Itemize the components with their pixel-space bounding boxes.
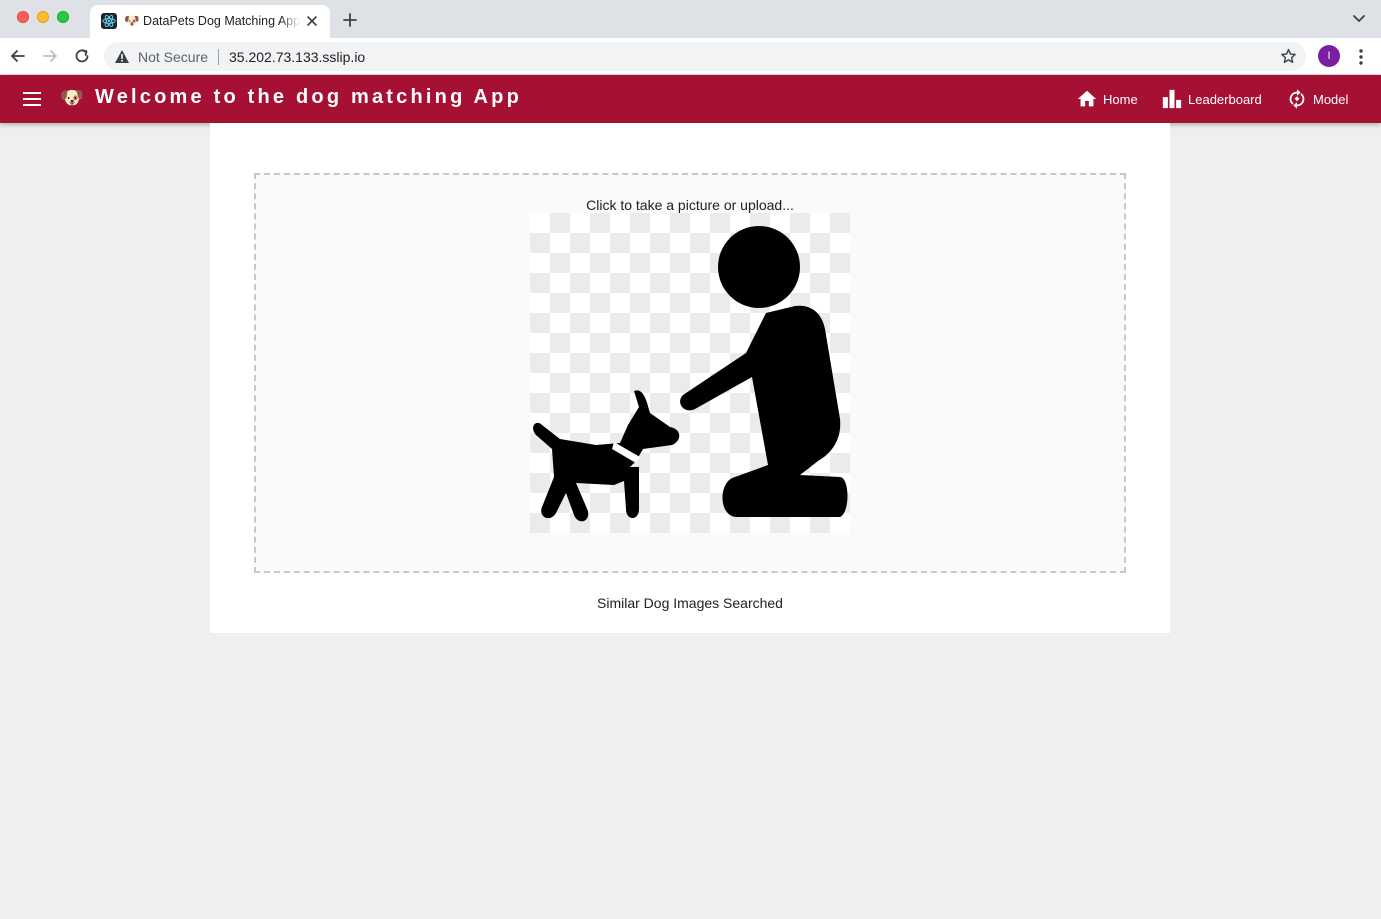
forward-arrow-icon[interactable] [41,47,59,65]
hamburger-menu-icon[interactable] [21,88,43,110]
nav-leaderboard-label: Leaderboard [1188,91,1262,107]
placeholder-image [530,213,850,533]
warning-triangle-icon[interactable] [114,49,130,64]
nav-home[interactable]: Home [1076,85,1138,113]
tab-title: 🐶 DataPets Dog Matching App [124,14,300,28]
dog-face-logo: 🐶 [60,88,84,109]
url-text[interactable]: 35.202.73.133.sslip.io [229,49,365,65]
new-tab-plus-icon[interactable] [342,12,358,28]
nav-home-label: Home [1103,91,1138,107]
address-separator [218,49,219,65]
address-bar[interactable]: Not Secure 35.202.73.133.sslip.io [104,42,1306,71]
main-panel: Click to take a picture or upload... Sim… [210,123,1170,633]
not-secure-label[interactable]: Not Secure [138,49,208,65]
tab-search-chevron-icon[interactable] [1352,14,1366,24]
react-favicon-icon [101,13,117,29]
nav-model-label: Model [1313,91,1349,107]
reload-icon[interactable] [73,47,91,65]
leaderboard-icon [1162,89,1182,109]
browser-menu-icon[interactable] [1357,48,1365,66]
similar-images-heading: Similar Dog Images Searched [597,595,783,611]
nav-model[interactable]: Model [1286,85,1348,113]
profile-avatar[interactable]: I [1318,45,1340,67]
model-icon [1289,89,1305,109]
person-with-dog-icon [533,226,848,522]
tab-close-icon[interactable] [304,13,320,29]
browser-toolbar: Not Secure 35.202.73.133.sslip.io I [0,38,1381,75]
back-arrow-icon[interactable] [9,47,27,65]
app-header: 🐶 Welcome to the dog matching App Home L… [0,75,1381,123]
upload-prompt: Click to take a picture or upload... [586,197,794,213]
window-minimize-button[interactable] [37,11,49,23]
app-title: Welcome to the dog matching App [95,86,522,108]
browser-tab-strip: 🐶 DataPets Dog Matching App [0,0,1381,38]
image-upload-dropzone[interactable]: Click to take a picture or upload... [254,173,1126,573]
browser-tab-active[interactable]: 🐶 DataPets Dog Matching App [90,5,330,38]
home-icon [1077,90,1097,107]
window-maximize-button[interactable] [57,11,69,23]
window-close-button[interactable] [17,11,29,23]
tab-title-fade [280,11,300,31]
nav-leaderboard[interactable]: Leaderboard [1161,85,1262,113]
bookmark-star-icon[interactable] [1280,48,1297,65]
